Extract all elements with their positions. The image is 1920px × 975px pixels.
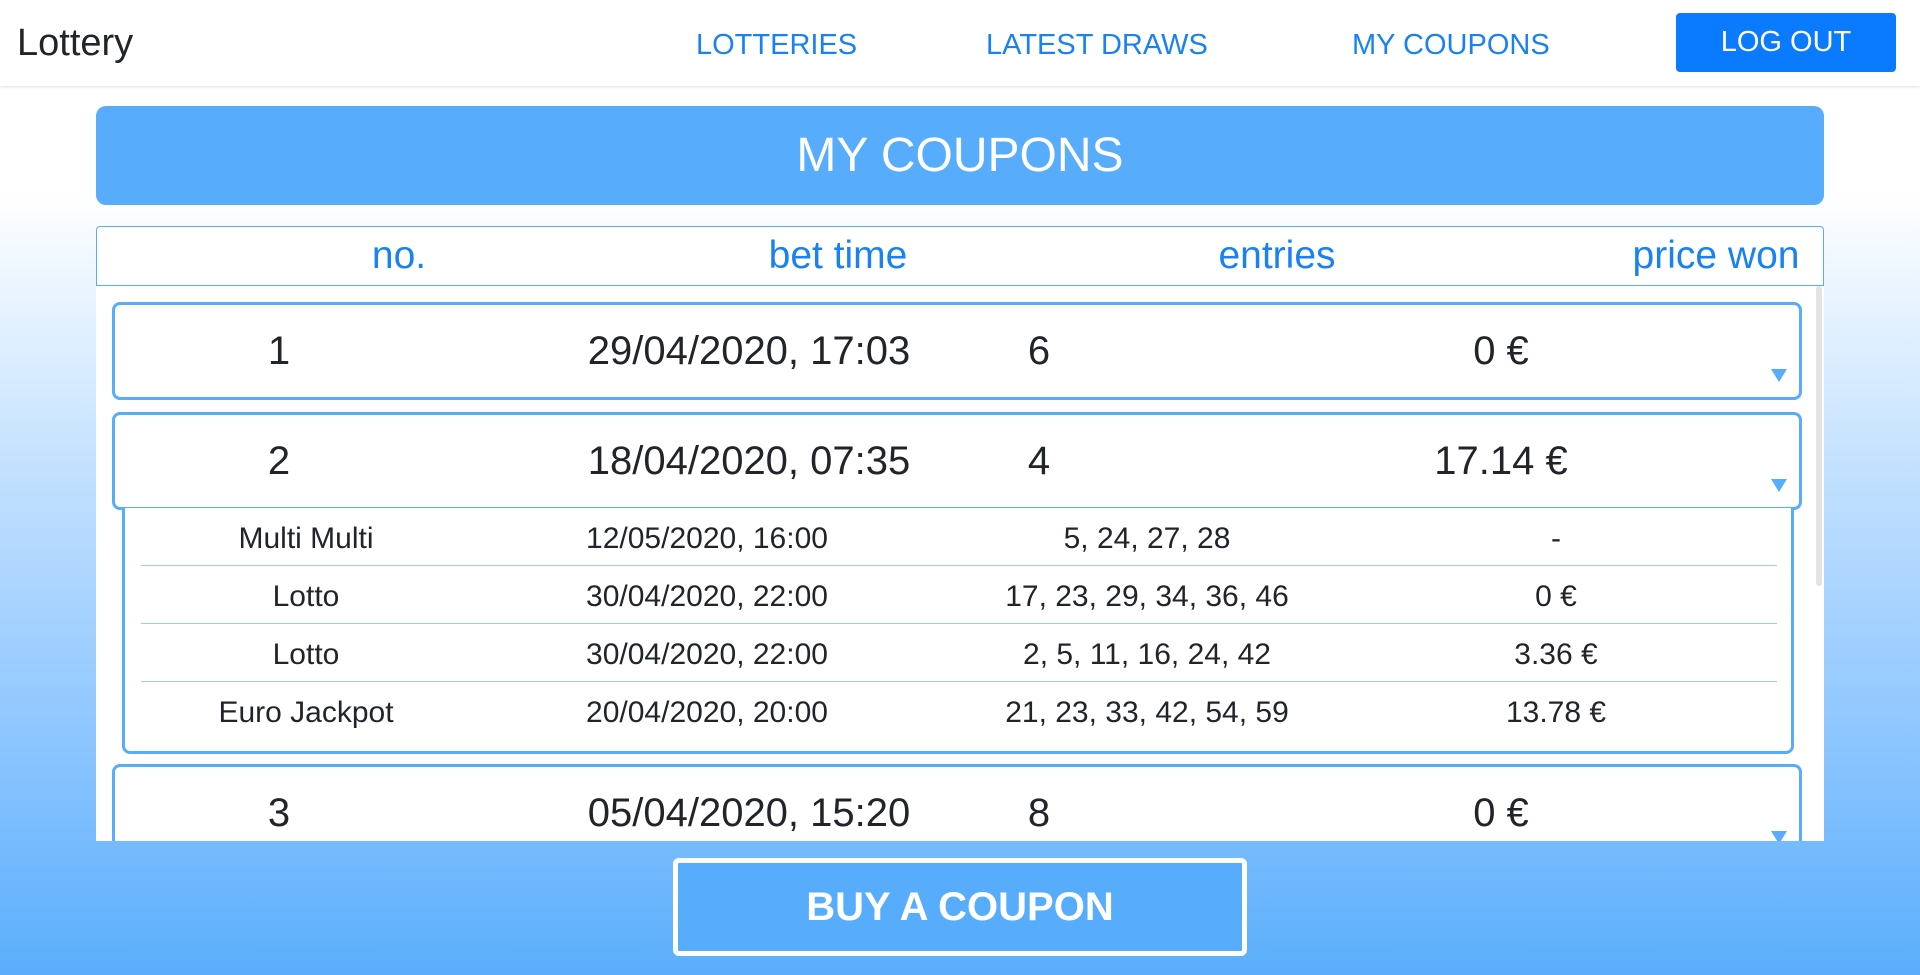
header-price-won: price won xyxy=(1632,234,1800,277)
entry-lottery: Lotto xyxy=(272,580,340,613)
coupon-entries: 8 xyxy=(1027,791,1051,835)
caret-down-icon[interactable] xyxy=(1771,479,1787,492)
page-title: MY COUPONS xyxy=(796,129,1124,182)
entry-won: 3.36 € xyxy=(1514,638,1598,671)
brand-logo[interactable]: Lottery xyxy=(17,22,133,65)
entry-won: 0 € xyxy=(1535,580,1577,613)
scrollbar[interactable] xyxy=(1816,286,1822,586)
coupon-no: 2 xyxy=(267,439,291,483)
entry-row: Lotto 30/04/2020, 22:00 2, 5, 11, 16, 24… xyxy=(141,624,1777,682)
coupon-price-won: 0 € xyxy=(1473,791,1529,835)
entry-won: 13.78 € xyxy=(1505,696,1607,729)
header-entries: entries xyxy=(1218,234,1336,277)
entry-numbers: 2, 5, 11, 16, 24, 42 xyxy=(1023,638,1271,671)
coupon-price-won: 0 € xyxy=(1473,329,1529,373)
entry-numbers: 5, 24, 27, 28 xyxy=(1063,522,1231,555)
entry-lottery: Multi Multi xyxy=(238,522,374,555)
entry-row: Lotto 30/04/2020, 22:00 17, 23, 29, 34, … xyxy=(141,566,1777,624)
entry-draw-time: 30/04/2020, 22:00 xyxy=(586,580,828,613)
header-bet-time: bet time xyxy=(768,234,908,277)
buy-coupon-button[interactable]: BUY A COUPON xyxy=(673,858,1247,956)
entry-draw-time: 20/04/2020, 20:00 xyxy=(586,696,828,729)
navbar: Lottery LOTTERIES LATEST DRAWS MY COUPON… xyxy=(0,0,1920,86)
entry-numbers: 17, 23, 29, 34, 36, 46 xyxy=(1005,580,1289,613)
coupon-bet-time: 29/04/2020, 17:03 xyxy=(587,329,911,373)
table-header: no. bet time entries price won xyxy=(96,226,1824,286)
coupon-bet-time: 18/04/2020, 07:35 xyxy=(587,439,911,483)
coupon-entries: 4 xyxy=(1027,439,1051,483)
coupon-no: 1 xyxy=(267,329,291,373)
caret-down-icon[interactable] xyxy=(1771,369,1787,382)
entry-lottery: Lotto xyxy=(272,638,340,671)
coupon-row[interactable]: 2 18/04/2020, 07:35 4 17.14 € xyxy=(112,412,1802,510)
entry-won: - xyxy=(1551,522,1561,555)
coupon-details: Multi Multi 12/05/2020, 16:00 5, 24, 27,… xyxy=(122,508,1794,754)
entry-draw-time: 30/04/2020, 22:00 xyxy=(586,638,828,671)
coupon-price-won: 17.14 € xyxy=(1434,439,1568,483)
coupons-table: no. bet time entries price won 1 29/04/2… xyxy=(96,226,1824,841)
coupon-row[interactable]: 3 05/04/2020, 15:20 8 0 € xyxy=(112,764,1802,841)
coupon-row[interactable]: 1 29/04/2020, 17:03 6 0 € xyxy=(112,302,1802,400)
nav-link-lotteries[interactable]: LOTTERIES xyxy=(696,29,857,62)
coupon-bet-time: 05/04/2020, 15:20 xyxy=(587,791,911,835)
entry-lottery: Euro Jackpot xyxy=(218,696,394,729)
logout-button[interactable]: LOG OUT xyxy=(1676,13,1896,72)
coupon-no: 3 xyxy=(267,791,291,835)
entry-row: Multi Multi 12/05/2020, 16:00 5, 24, 27,… xyxy=(141,508,1777,566)
page-title-banner: MY COUPONS xyxy=(96,106,1824,205)
nav-link-my-coupons[interactable]: MY COUPONS xyxy=(1352,29,1550,62)
coupon-entries: 6 xyxy=(1027,329,1051,373)
caret-down-icon[interactable] xyxy=(1771,831,1787,841)
nav-link-latest-draws[interactable]: LATEST DRAWS xyxy=(986,29,1208,62)
entry-draw-time: 12/05/2020, 16:00 xyxy=(586,522,828,555)
entry-numbers: 21, 23, 33, 42, 54, 59 xyxy=(1005,696,1289,729)
header-no: no. xyxy=(371,234,427,277)
entry-row: Euro Jackpot 20/04/2020, 20:00 21, 23, 3… xyxy=(141,682,1777,740)
